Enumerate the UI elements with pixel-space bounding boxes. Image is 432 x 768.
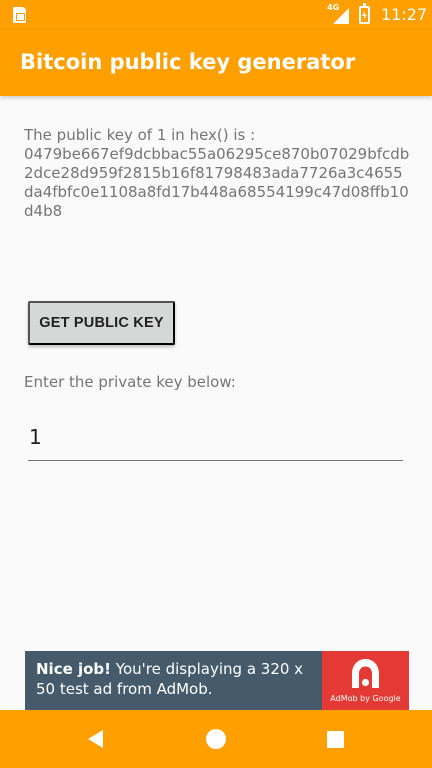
sim-card-icon — [13, 7, 26, 23]
admob-caption: AdMob by Google — [330, 694, 401, 703]
recents-icon[interactable] — [327, 731, 344, 748]
ad-headline: Nice job! — [36, 660, 112, 678]
admob-icon — [352, 659, 379, 688]
ad-text: Nice job! You're displaying a 320 x 50 t… — [36, 659, 326, 699]
signal-icon — [333, 8, 349, 24]
page-title: Bitcoin public key generator — [20, 50, 356, 74]
app-bar: Bitcoin public key generator — [0, 30, 432, 96]
admob-logo: AdMob by Google — [322, 651, 409, 710]
ad-banner[interactable]: Nice job! You're displaying a 320 x 50 t… — [25, 651, 409, 710]
home-icon[interactable] — [206, 729, 226, 749]
battery-charging-icon — [359, 3, 370, 24]
private-key-prompt: Enter the private key below: — [24, 373, 236, 391]
public-key-value: 0479be667ef9dcbbac55a06295ce870b07029bfc… — [24, 145, 410, 220]
public-key-result: The public key of 1 in hex() is : 0479be… — [24, 126, 410, 221]
get-public-key-button[interactable]: GET PUBLIC KEY — [28, 301, 175, 345]
result-prefix: The public key of 1 in hex() is : — [24, 126, 256, 144]
back-icon[interactable] — [88, 730, 103, 748]
private-key-input[interactable] — [28, 413, 403, 461]
status-clock: 11:27 — [381, 5, 428, 24]
status-bar: 4G 11:27 — [0, 0, 432, 30]
navigation-bar — [0, 710, 432, 768]
